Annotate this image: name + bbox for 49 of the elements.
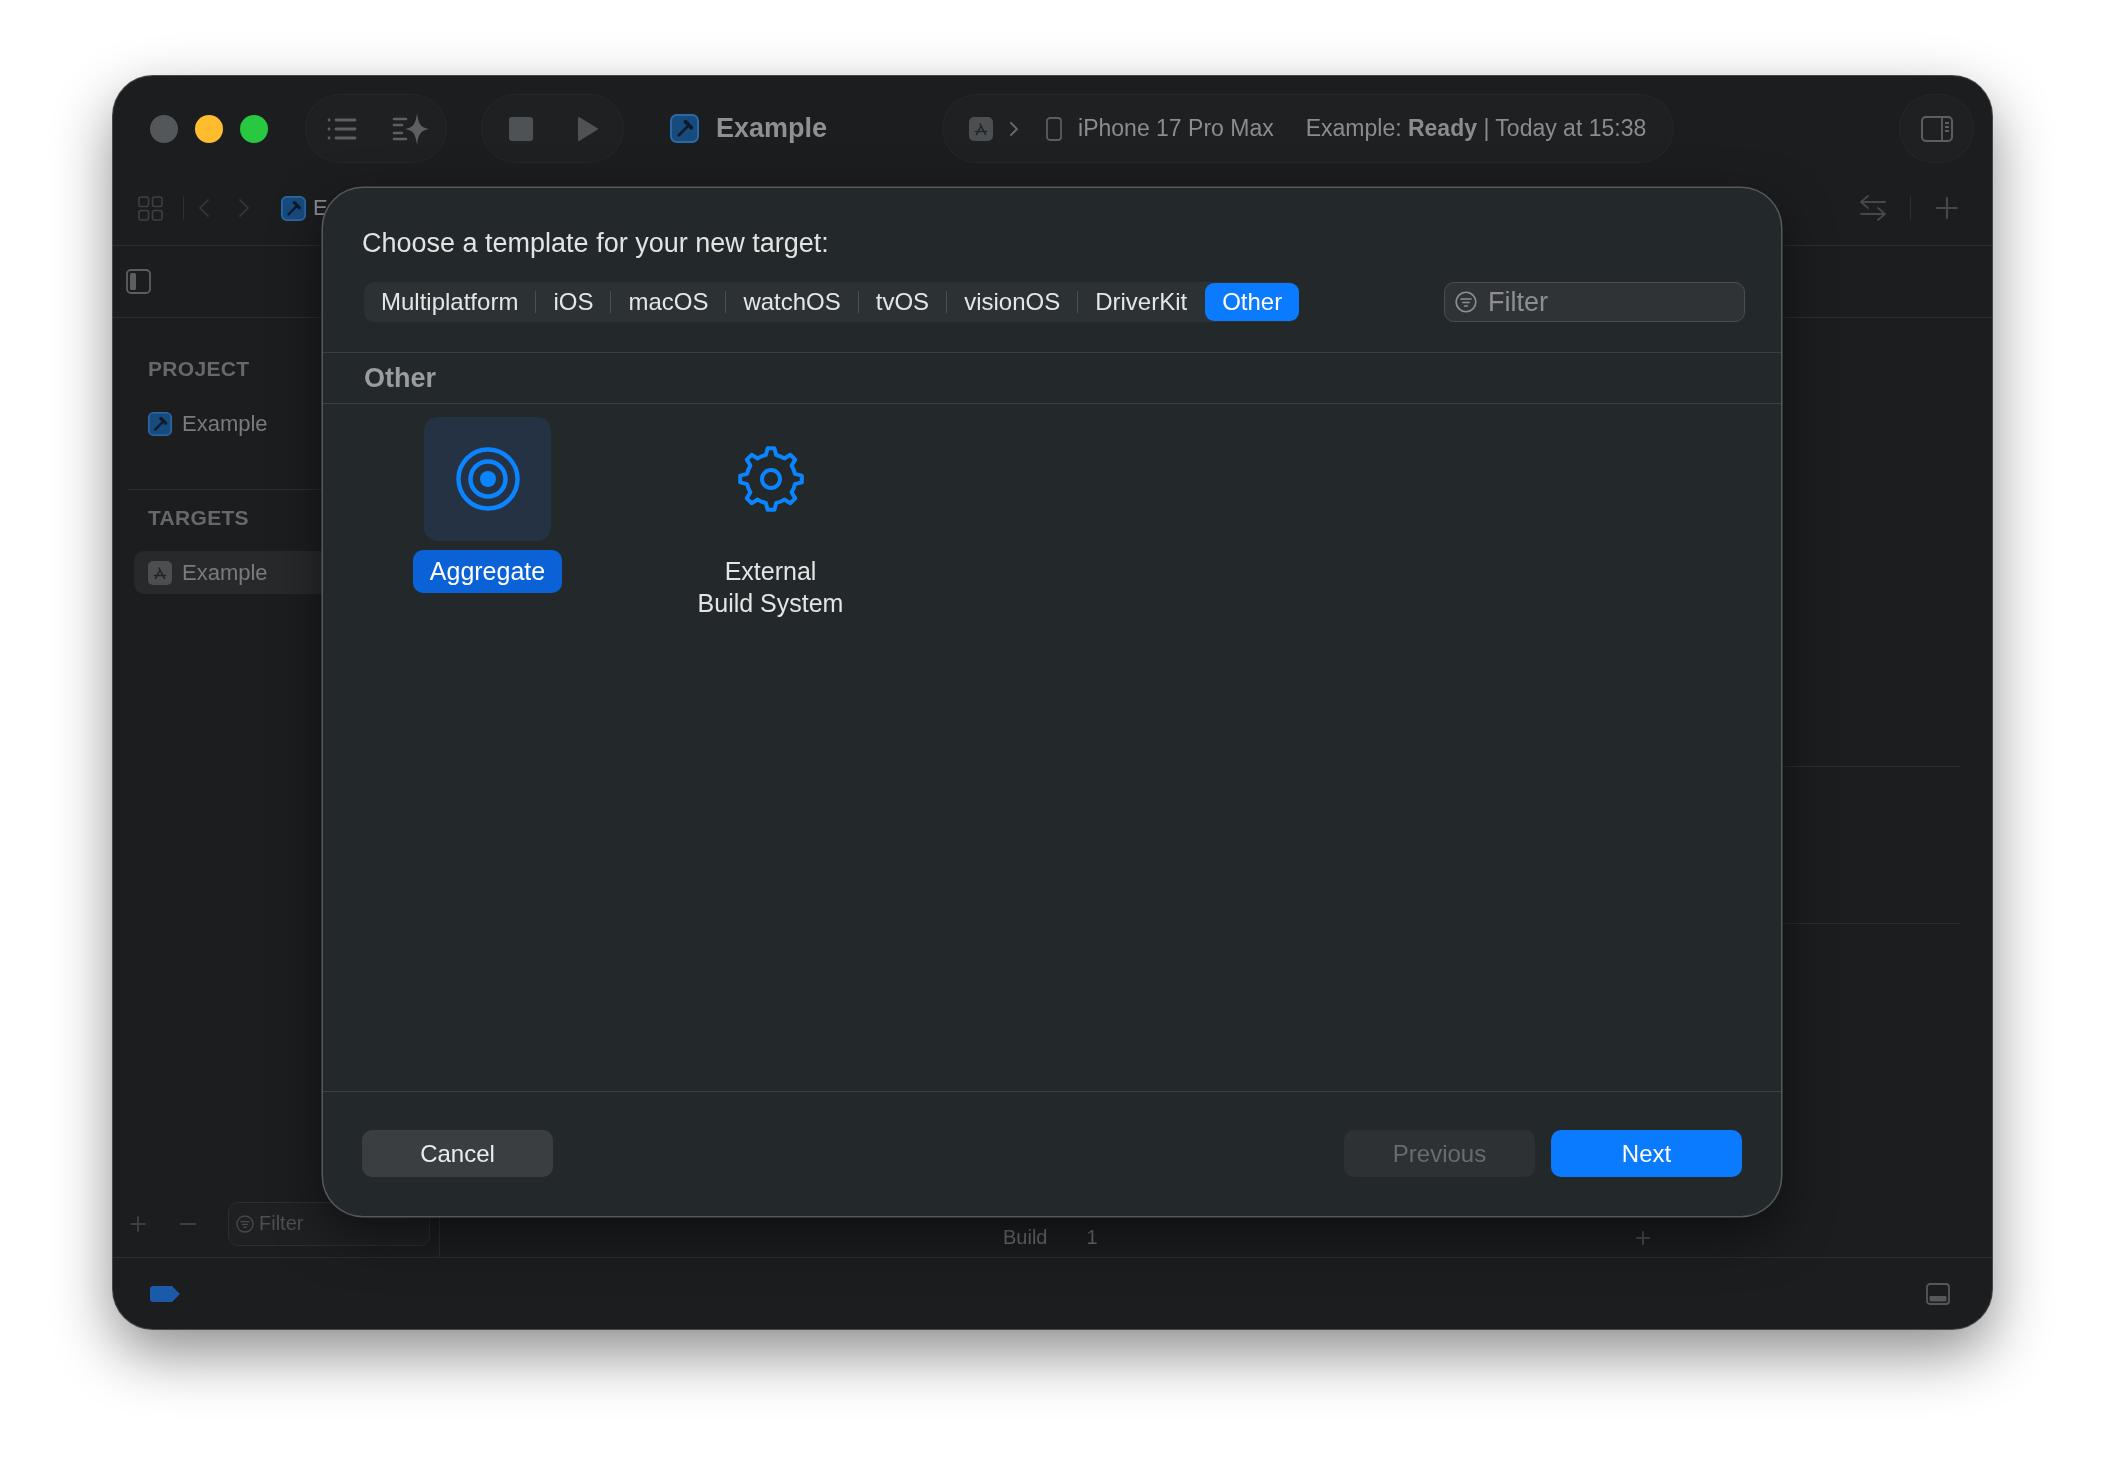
next-button[interactable]: Next bbox=[1551, 1130, 1742, 1177]
plus-icon[interactable] bbox=[130, 1215, 146, 1232]
panel-left-icon[interactable] bbox=[126, 269, 151, 294]
app-icon bbox=[148, 560, 172, 585]
play-icon[interactable] bbox=[577, 115, 599, 142]
hammer-icon[interactable] bbox=[281, 195, 306, 221]
platform-tab[interactable]: visionOS bbox=[947, 283, 1078, 321]
section-header: Other bbox=[364, 362, 436, 394]
gear-icon bbox=[735, 444, 806, 514]
plus-icon[interactable] bbox=[1636, 1230, 1650, 1245]
template-option[interactable]: External Build System bbox=[695, 417, 846, 619]
filter-field[interactable]: Filter bbox=[1444, 282, 1745, 322]
cancel-button[interactable]: Cancel bbox=[362, 1130, 553, 1177]
panel-right-icon bbox=[1920, 115, 1953, 142]
stop-icon[interactable] bbox=[509, 116, 533, 141]
platform-tab[interactable]: watchOS bbox=[726, 283, 858, 321]
platform-tab[interactable]: macOS bbox=[611, 283, 726, 321]
list-icon[interactable] bbox=[327, 116, 357, 141]
setting-label: Build bbox=[1003, 1226, 1048, 1249]
minimize-button[interactable] bbox=[195, 114, 223, 143]
zoom-button[interactable] bbox=[240, 114, 268, 143]
filter-icon bbox=[236, 1214, 254, 1233]
section-heading: PROJECT bbox=[148, 356, 250, 382]
platform-tab[interactable]: iOS bbox=[536, 283, 611, 321]
minus-icon[interactable] bbox=[180, 1221, 196, 1226]
chevron-left-icon[interactable] bbox=[199, 199, 209, 217]
grid-icon[interactable] bbox=[138, 195, 163, 221]
setting-value: 1 bbox=[1086, 1226, 1098, 1249]
app-icon[interactable] bbox=[969, 116, 994, 141]
swap-arrows-icon[interactable] bbox=[1858, 194, 1888, 222]
platform-tab[interactable]: Other bbox=[1205, 283, 1300, 321]
platform-tab[interactable]: Multiplatform bbox=[364, 283, 536, 321]
run-destination[interactable]: iPhone 17 Pro Max bbox=[1078, 115, 1274, 142]
hammer-icon bbox=[670, 114, 699, 143]
dialog-title: Choose a template for your new target: bbox=[362, 227, 829, 259]
tag-icon[interactable] bbox=[150, 1285, 180, 1302]
plus-icon[interactable] bbox=[1936, 197, 1958, 219]
chevron-right-icon[interactable] bbox=[239, 199, 249, 217]
build-status: Example: Ready | Today at 15:38 bbox=[1305, 115, 1647, 142]
filter-icon bbox=[1455, 291, 1477, 313]
hammer-icon bbox=[148, 411, 172, 436]
platform-tab[interactable]: tvOS bbox=[858, 283, 947, 321]
target-icon bbox=[455, 447, 520, 511]
section-heading: TARGETS bbox=[148, 505, 249, 531]
platform-tab[interactable]: DriverKit bbox=[1078, 283, 1205, 321]
chevron-icon bbox=[1010, 121, 1019, 136]
window-title: Example bbox=[716, 113, 828, 144]
phone-icon bbox=[1046, 116, 1063, 141]
panel-bottom-icon[interactable] bbox=[1926, 1282, 1950, 1305]
